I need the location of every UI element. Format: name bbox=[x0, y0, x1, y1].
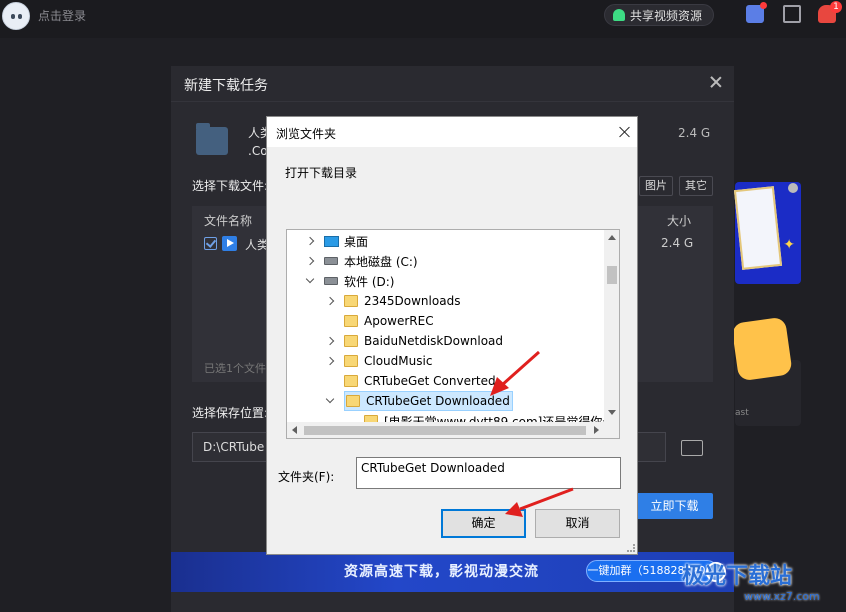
tree-item-crtubeget-converted[interactable]: CRTubeGet Converted bbox=[326, 371, 496, 391]
horizontal-scrollbar[interactable] bbox=[287, 422, 604, 438]
watermark-url: www.xz7.com bbox=[744, 590, 820, 603]
tree-item-label: 2345Downloads bbox=[364, 294, 461, 308]
chevron-down-icon[interactable] bbox=[306, 277, 314, 285]
scroll-down-icon[interactable] bbox=[608, 410, 616, 418]
dialog-header: 新建下载任务 bbox=[171, 66, 734, 102]
dialog-title: 新建下载任务 bbox=[184, 78, 268, 94]
ok-button[interactable]: 确定 bbox=[441, 509, 526, 538]
folder-field-label: 文件夹(F): bbox=[278, 470, 335, 484]
folder-icon bbox=[196, 123, 228, 155]
select-files-label: 选择下载文件: bbox=[192, 179, 269, 193]
resize-grip[interactable] bbox=[627, 544, 635, 552]
top-bar: 点击登录 共享视频资源 1 bbox=[0, 0, 846, 38]
filter-images-button[interactable]: 图片 bbox=[639, 176, 673, 196]
close-icon[interactable] bbox=[619, 126, 631, 138]
chevron-right-icon[interactable] bbox=[326, 297, 334, 305]
scroll-thumb[interactable] bbox=[304, 426, 586, 435]
tree-item-apowerrec[interactable]: ApowerREC bbox=[326, 311, 434, 331]
game-icon[interactable] bbox=[746, 2, 767, 23]
scrollbar-corner bbox=[604, 422, 619, 438]
login-link[interactable]: 点击登录 bbox=[38, 7, 86, 24]
notification-badge: 1 bbox=[830, 1, 842, 13]
tree-item-drive-c[interactable]: 本地磁盘 (C:) bbox=[306, 251, 418, 271]
folder-icon bbox=[344, 335, 358, 347]
tree-item-label: 本地磁盘 (C:) bbox=[344, 254, 418, 269]
vertical-scrollbar[interactable] bbox=[604, 230, 619, 422]
column-header-name: 文件名称 bbox=[204, 214, 253, 228]
play-icon bbox=[222, 236, 237, 251]
close-icon[interactable] bbox=[710, 76, 722, 88]
scroll-left-icon[interactable] bbox=[292, 426, 298, 434]
tree-item-cloudmusic[interactable]: CloudMusic bbox=[326, 351, 432, 371]
watermark-text: 极光下载站 bbox=[682, 564, 793, 589]
chevron-right-icon[interactable] bbox=[306, 257, 314, 265]
tree-item-desktop[interactable]: 桌面 bbox=[306, 231, 368, 251]
share-video-button[interactable]: 共享视频资源 bbox=[604, 4, 714, 26]
side-ad-wifi[interactable]: ast bbox=[731, 316, 801, 428]
tree-item-label: CRTubeGet Downloaded bbox=[366, 394, 510, 408]
browse-folder-dialog: 浏览文件夹 打开下载目录 桌面 本地磁盘 (C:) 软件 (D:) 2345Do… bbox=[266, 116, 638, 555]
folder-tree: 桌面 本地磁盘 (C:) 软件 (D:) 2345Downloads Apowe… bbox=[286, 229, 620, 439]
promo-banner[interactable]: 资源高速下载，影视动漫交流 一键加群（518828790） bbox=[171, 552, 734, 592]
tree-item-drive-d[interactable]: 软件 (D:) bbox=[306, 271, 394, 291]
tree-item-baidunetdisk[interactable]: BaiduNetdiskDownload bbox=[326, 331, 503, 351]
avatar-icon[interactable] bbox=[2, 2, 30, 30]
selected-count: 已选1个文件 bbox=[204, 362, 266, 375]
selected-highlight: CRTubeGet Downloaded bbox=[344, 391, 513, 411]
scroll-thumb[interactable] bbox=[607, 266, 617, 284]
ad-close-icon[interactable] bbox=[788, 183, 798, 193]
share-video-label: 共享视频资源 bbox=[630, 8, 703, 23]
task-name-ext: .Co bbox=[248, 144, 268, 158]
wifi-icon bbox=[731, 316, 793, 382]
tree-item-label: ApowerREC bbox=[364, 314, 434, 328]
browse-folder-icon[interactable] bbox=[681, 440, 703, 456]
folder-icon bbox=[344, 355, 358, 367]
chevron-right-icon[interactable] bbox=[326, 337, 334, 345]
task-size: 2.4 G bbox=[678, 126, 711, 140]
folder-icon bbox=[344, 315, 358, 327]
column-header-size: 大小 bbox=[667, 214, 692, 228]
tree-item-label: CRTubeGet Converted bbox=[364, 374, 496, 388]
tree-item-label: BaiduNetdiskDownload bbox=[364, 334, 504, 348]
filter-other-button[interactable]: 其它 bbox=[679, 176, 713, 196]
tree-item-crtubeget-downloaded[interactable]: CRTubeGet Downloaded bbox=[326, 391, 513, 411]
folder-field[interactable]: CRTubeGet Downloaded bbox=[356, 457, 621, 489]
scroll-up-icon[interactable] bbox=[608, 235, 616, 243]
banner-text: 资源高速下载，影视动漫交流 bbox=[344, 564, 539, 580]
browse-description: 打开下载目录 bbox=[285, 166, 358, 180]
tree-item-label: 桌面 bbox=[344, 234, 369, 249]
android-icon bbox=[613, 9, 625, 21]
chevron-down-icon[interactable] bbox=[326, 397, 334, 405]
folder-icon bbox=[344, 295, 358, 307]
desktop-icon bbox=[324, 235, 339, 247]
drive-icon bbox=[324, 257, 338, 265]
cancel-button[interactable]: 取消 bbox=[535, 509, 620, 538]
side-ad-certificate[interactable]: ✦ bbox=[733, 182, 801, 284]
scroll-right-icon[interactable] bbox=[594, 426, 600, 434]
gift-icon[interactable] bbox=[783, 5, 801, 23]
chevron-right-icon[interactable] bbox=[306, 237, 314, 245]
star-icon: ✦ bbox=[783, 237, 795, 253]
folder-icon bbox=[346, 395, 360, 407]
drive-icon bbox=[324, 277, 338, 285]
browse-title-bar: 浏览文件夹 bbox=[267, 117, 637, 147]
chevron-right-icon[interactable] bbox=[326, 357, 334, 365]
ad-text: ast bbox=[735, 408, 749, 418]
tree-item-label: 软件 (D:) bbox=[344, 274, 395, 289]
save-location-label: 选择保存位置: bbox=[192, 406, 269, 420]
tree-item-2345downloads[interactable]: 2345Downloads bbox=[326, 291, 460, 311]
tree-item-label: CloudMusic bbox=[364, 354, 433, 368]
browse-dialog-title: 浏览文件夹 bbox=[276, 127, 337, 141]
download-now-button[interactable]: 立即下载 bbox=[636, 493, 713, 519]
folder-icon bbox=[344, 375, 358, 387]
checkbox-icon[interactable] bbox=[204, 237, 217, 250]
certificate-image bbox=[733, 186, 783, 270]
table-row-size: 2.4 G bbox=[661, 236, 694, 250]
